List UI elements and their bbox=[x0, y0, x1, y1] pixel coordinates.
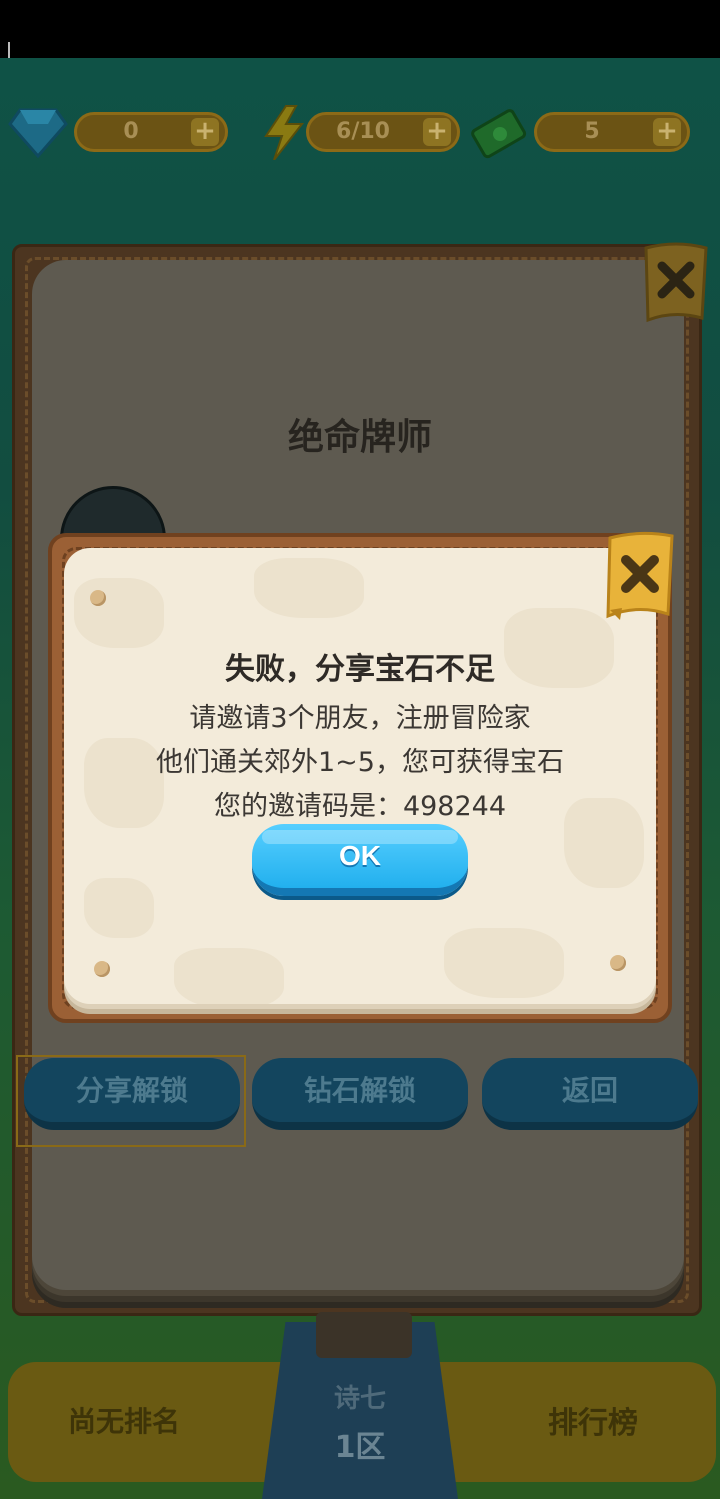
add-gems-button[interactable]: + bbox=[191, 118, 219, 146]
energy-count: 6/10 bbox=[336, 119, 390, 144]
ok-button[interactable]: OK bbox=[252, 824, 468, 896]
back-button[interactable]: 返回 bbox=[482, 1058, 698, 1130]
gem-counter: 0 + bbox=[74, 112, 228, 152]
dialog-title: 失败，分享宝石不足 bbox=[225, 652, 495, 687]
ok-button-label: OK bbox=[339, 840, 381, 871]
pin-decoration bbox=[610, 955, 626, 971]
cash-icon bbox=[471, 109, 527, 159]
player-avatar bbox=[316, 1312, 412, 1358]
diamond-icon bbox=[8, 108, 68, 159]
pin-decoration bbox=[90, 590, 106, 606]
gem-count: 0 bbox=[123, 119, 139, 144]
add-cash-button[interactable]: + bbox=[653, 118, 681, 146]
outer-panel-title: 绝命牌师 bbox=[287, 417, 432, 458]
dialog-message-line: 请邀请3个朋友，注册冒险家 bbox=[189, 703, 531, 734]
cash-counter: 5 + bbox=[534, 112, 690, 152]
share-unlock-button[interactable]: 分享解锁 bbox=[24, 1058, 240, 1130]
diamond-unlock-button[interactable]: 钻石解锁 bbox=[252, 1058, 468, 1130]
dialog-message-line: 他们通关郊外1~5，您可获得宝石 bbox=[156, 747, 564, 778]
energy-counter: 6/10 + bbox=[306, 112, 460, 152]
add-energy-button[interactable]: + bbox=[423, 118, 451, 146]
cash-count: 5 bbox=[584, 119, 600, 144]
status-bar bbox=[0, 0, 720, 100]
outer-close-icon[interactable] bbox=[640, 240, 712, 324]
pin-decoration bbox=[94, 961, 110, 977]
dialog-close-icon[interactable] bbox=[602, 530, 678, 622]
invite-code-text: 您的邀请码是：498244 bbox=[213, 791, 507, 822]
leaderboard-button[interactable]: 排行榜 bbox=[548, 1398, 638, 1442]
